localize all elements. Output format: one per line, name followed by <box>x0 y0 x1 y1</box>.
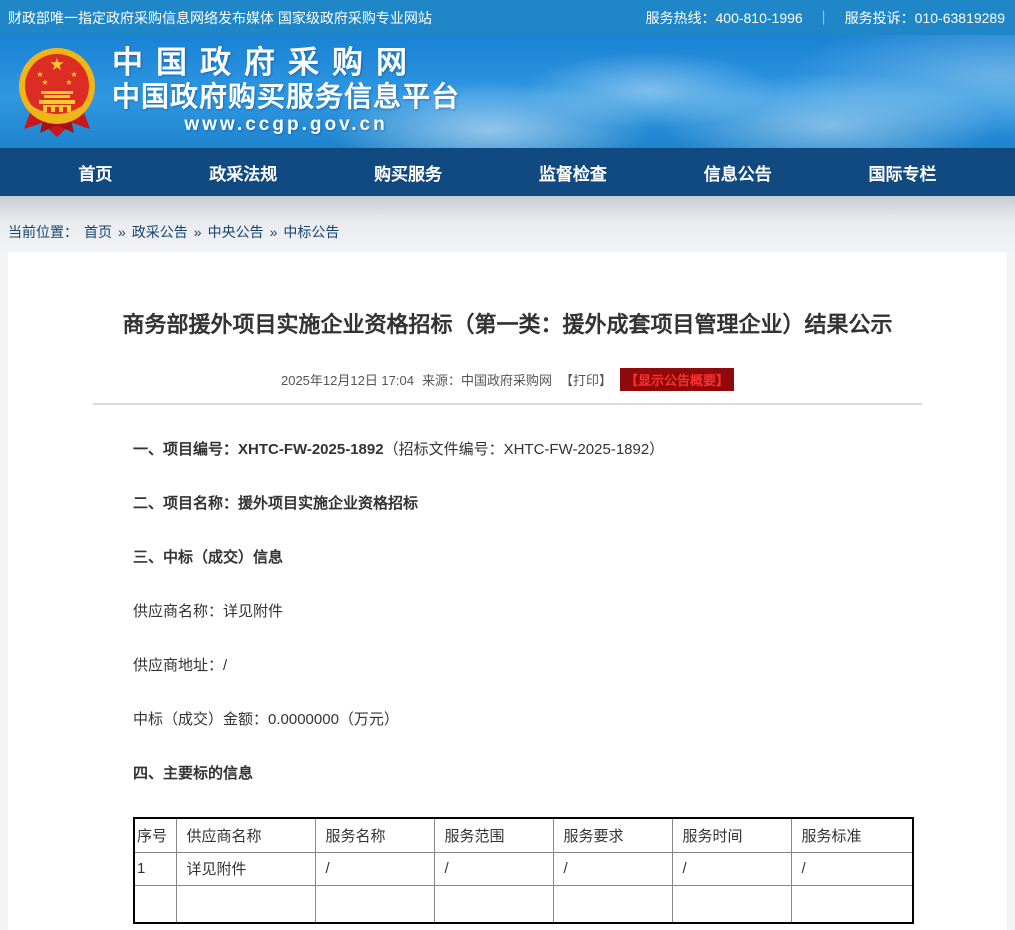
article-title: 商务部援外项目实施企业资格招标（第一类：援外成套项目管理企业）结果公示 <box>8 310 1007 340</box>
nav-item-international[interactable]: 国际专栏 <box>869 160 937 185</box>
table-header-row: 序号 供应商名称 服务名称 服务范围 服务要求 服务时间 服务标准 <box>134 818 913 852</box>
column-header-service-time: 服务时间 <box>672 818 791 852</box>
table-row: 1 详见附件 / / / / / <box>134 852 913 885</box>
cell-seq: 1 <box>134 852 176 885</box>
paragraph-award-info-heading: 三、中标（成交）信息 <box>133 547 912 568</box>
paragraph-award-amount: 中标（成交）金额：0.0000000（万元） <box>133 709 912 730</box>
main-nav: 首页 政采法规 购买服务 监督检查 信息公告 国际专栏 <box>0 148 1015 196</box>
breadcrumb-home[interactable]: 首页 <box>84 222 112 242</box>
column-header-service-name: 服务名称 <box>315 818 434 852</box>
nav-item-regulations[interactable]: 政采法规 <box>209 160 277 185</box>
article-body: 一、项目编号：XHTC-FW-2025-1892（招标文件编号：XHTC-FW-… <box>8 405 1007 924</box>
nav-item-purchase-services[interactable]: 购买服务 <box>374 160 442 185</box>
breadcrumb: 当前位置： 首页 » 政采公告 » 中央公告 » 中标公告 <box>0 222 339 252</box>
award-result-table: 序号 供应商名称 服务名称 服务范围 服务要求 服务时间 服务标准 1 详见附件… <box>133 817 914 924</box>
column-header-seq: 序号 <box>134 818 176 852</box>
publish-datetime: 2025年12月12日 17:04 <box>281 370 414 389</box>
service-complaint: 服务投诉：010-63819289 <box>845 8 1005 28</box>
paragraph-project-name: 二、项目名称：援外项目实施企业资格招标 <box>133 493 912 514</box>
nav-item-supervision[interactable]: 监督检查 <box>539 160 607 185</box>
show-summary-button[interactable]: 【显示公告概要】 <box>620 368 734 391</box>
service-hotline: 服务热线：400-810-1996 <box>646 8 803 28</box>
nav-item-home[interactable]: 首页 <box>78 160 112 185</box>
paragraph-project-number: 一、项目编号：XHTC-FW-2025-1892（招标文件编号：XHTC-FW-… <box>133 439 912 460</box>
cell-service-name: / <box>315 852 434 885</box>
breadcrumb-central-announcements[interactable]: 中央公告 <box>208 222 264 242</box>
breadcrumb-separator: » <box>270 224 278 240</box>
breadcrumb-procurement-announcements[interactable]: 政采公告 <box>132 222 188 242</box>
svg-text:★: ★ <box>49 55 64 74</box>
site-url: www.ccgp.gov.cn <box>112 113 460 137</box>
article-meta: 2025年12月12日 17:04 来源：中国政府采购网 【打印】 【显示公告概… <box>8 368 1007 391</box>
cell-service-standard: / <box>791 852 913 885</box>
cell-service-time: / <box>672 852 791 885</box>
table-row-empty <box>134 885 913 923</box>
paragraph-supplier-name: 供应商名称：详见附件 <box>133 601 912 622</box>
svg-text:★: ★ <box>65 78 72 87</box>
breadcrumb-separator: » <box>118 224 126 240</box>
breadcrumb-separator: » <box>194 224 202 240</box>
column-header-service-standard: 服务标准 <box>791 818 913 852</box>
cell-supplier: 详见附件 <box>176 852 315 885</box>
cell-service-requirements: / <box>553 852 672 885</box>
site-subtitle: 中国政府购买服务信息平台 <box>112 80 460 113</box>
column-header-service-scope: 服务范围 <box>434 818 553 852</box>
topbar-divider: ｜ <box>817 8 831 28</box>
site-banner: ★ ★ ★ ★ ★ 中国政府采购网 中国政府购买服务信息平台 www.ccgp.… <box>0 35 1015 148</box>
article-source: 来源：中国政府采购网 <box>422 370 552 389</box>
article-panel: 商务部援外项目实施企业资格招标（第一类：援外成套项目管理企业）结果公示 2025… <box>8 252 1007 930</box>
svg-text:★: ★ <box>41 78 48 87</box>
national-emblem-icon: ★ ★ ★ ★ ★ <box>14 45 100 143</box>
print-button[interactable]: 【打印】 <box>560 370 612 389</box>
paragraph-main-subject-heading: 四、主要标的信息 <box>133 763 912 784</box>
site-logo-text: 中国政府采购网 中国政府购买服务信息平台 www.ccgp.gov.cn <box>112 46 460 137</box>
top-service-bar: 财政部唯一指定政府采购信息网络发布媒体 国家级政府采购专业网站 服务热线：400… <box>0 0 1015 35</box>
site-name: 中国政府采购网 <box>112 46 460 80</box>
paragraph-supplier-address: 供应商地址：/ <box>133 655 912 676</box>
breadcrumb-strip: 当前位置： 首页 » 政采公告 » 中央公告 » 中标公告 <box>0 196 1015 252</box>
column-header-supplier: 供应商名称 <box>176 818 315 852</box>
column-header-service-requirements: 服务要求 <box>553 818 672 852</box>
nav-item-announcements[interactable]: 信息公告 <box>704 160 772 185</box>
breadcrumb-award-announcements[interactable]: 中标公告 <box>283 222 339 242</box>
cell-service-scope: / <box>434 852 553 885</box>
breadcrumb-label: 当前位置： <box>8 222 78 242</box>
site-slogan: 财政部唯一指定政府采购信息网络发布媒体 国家级政府采购专业网站 <box>8 8 432 28</box>
